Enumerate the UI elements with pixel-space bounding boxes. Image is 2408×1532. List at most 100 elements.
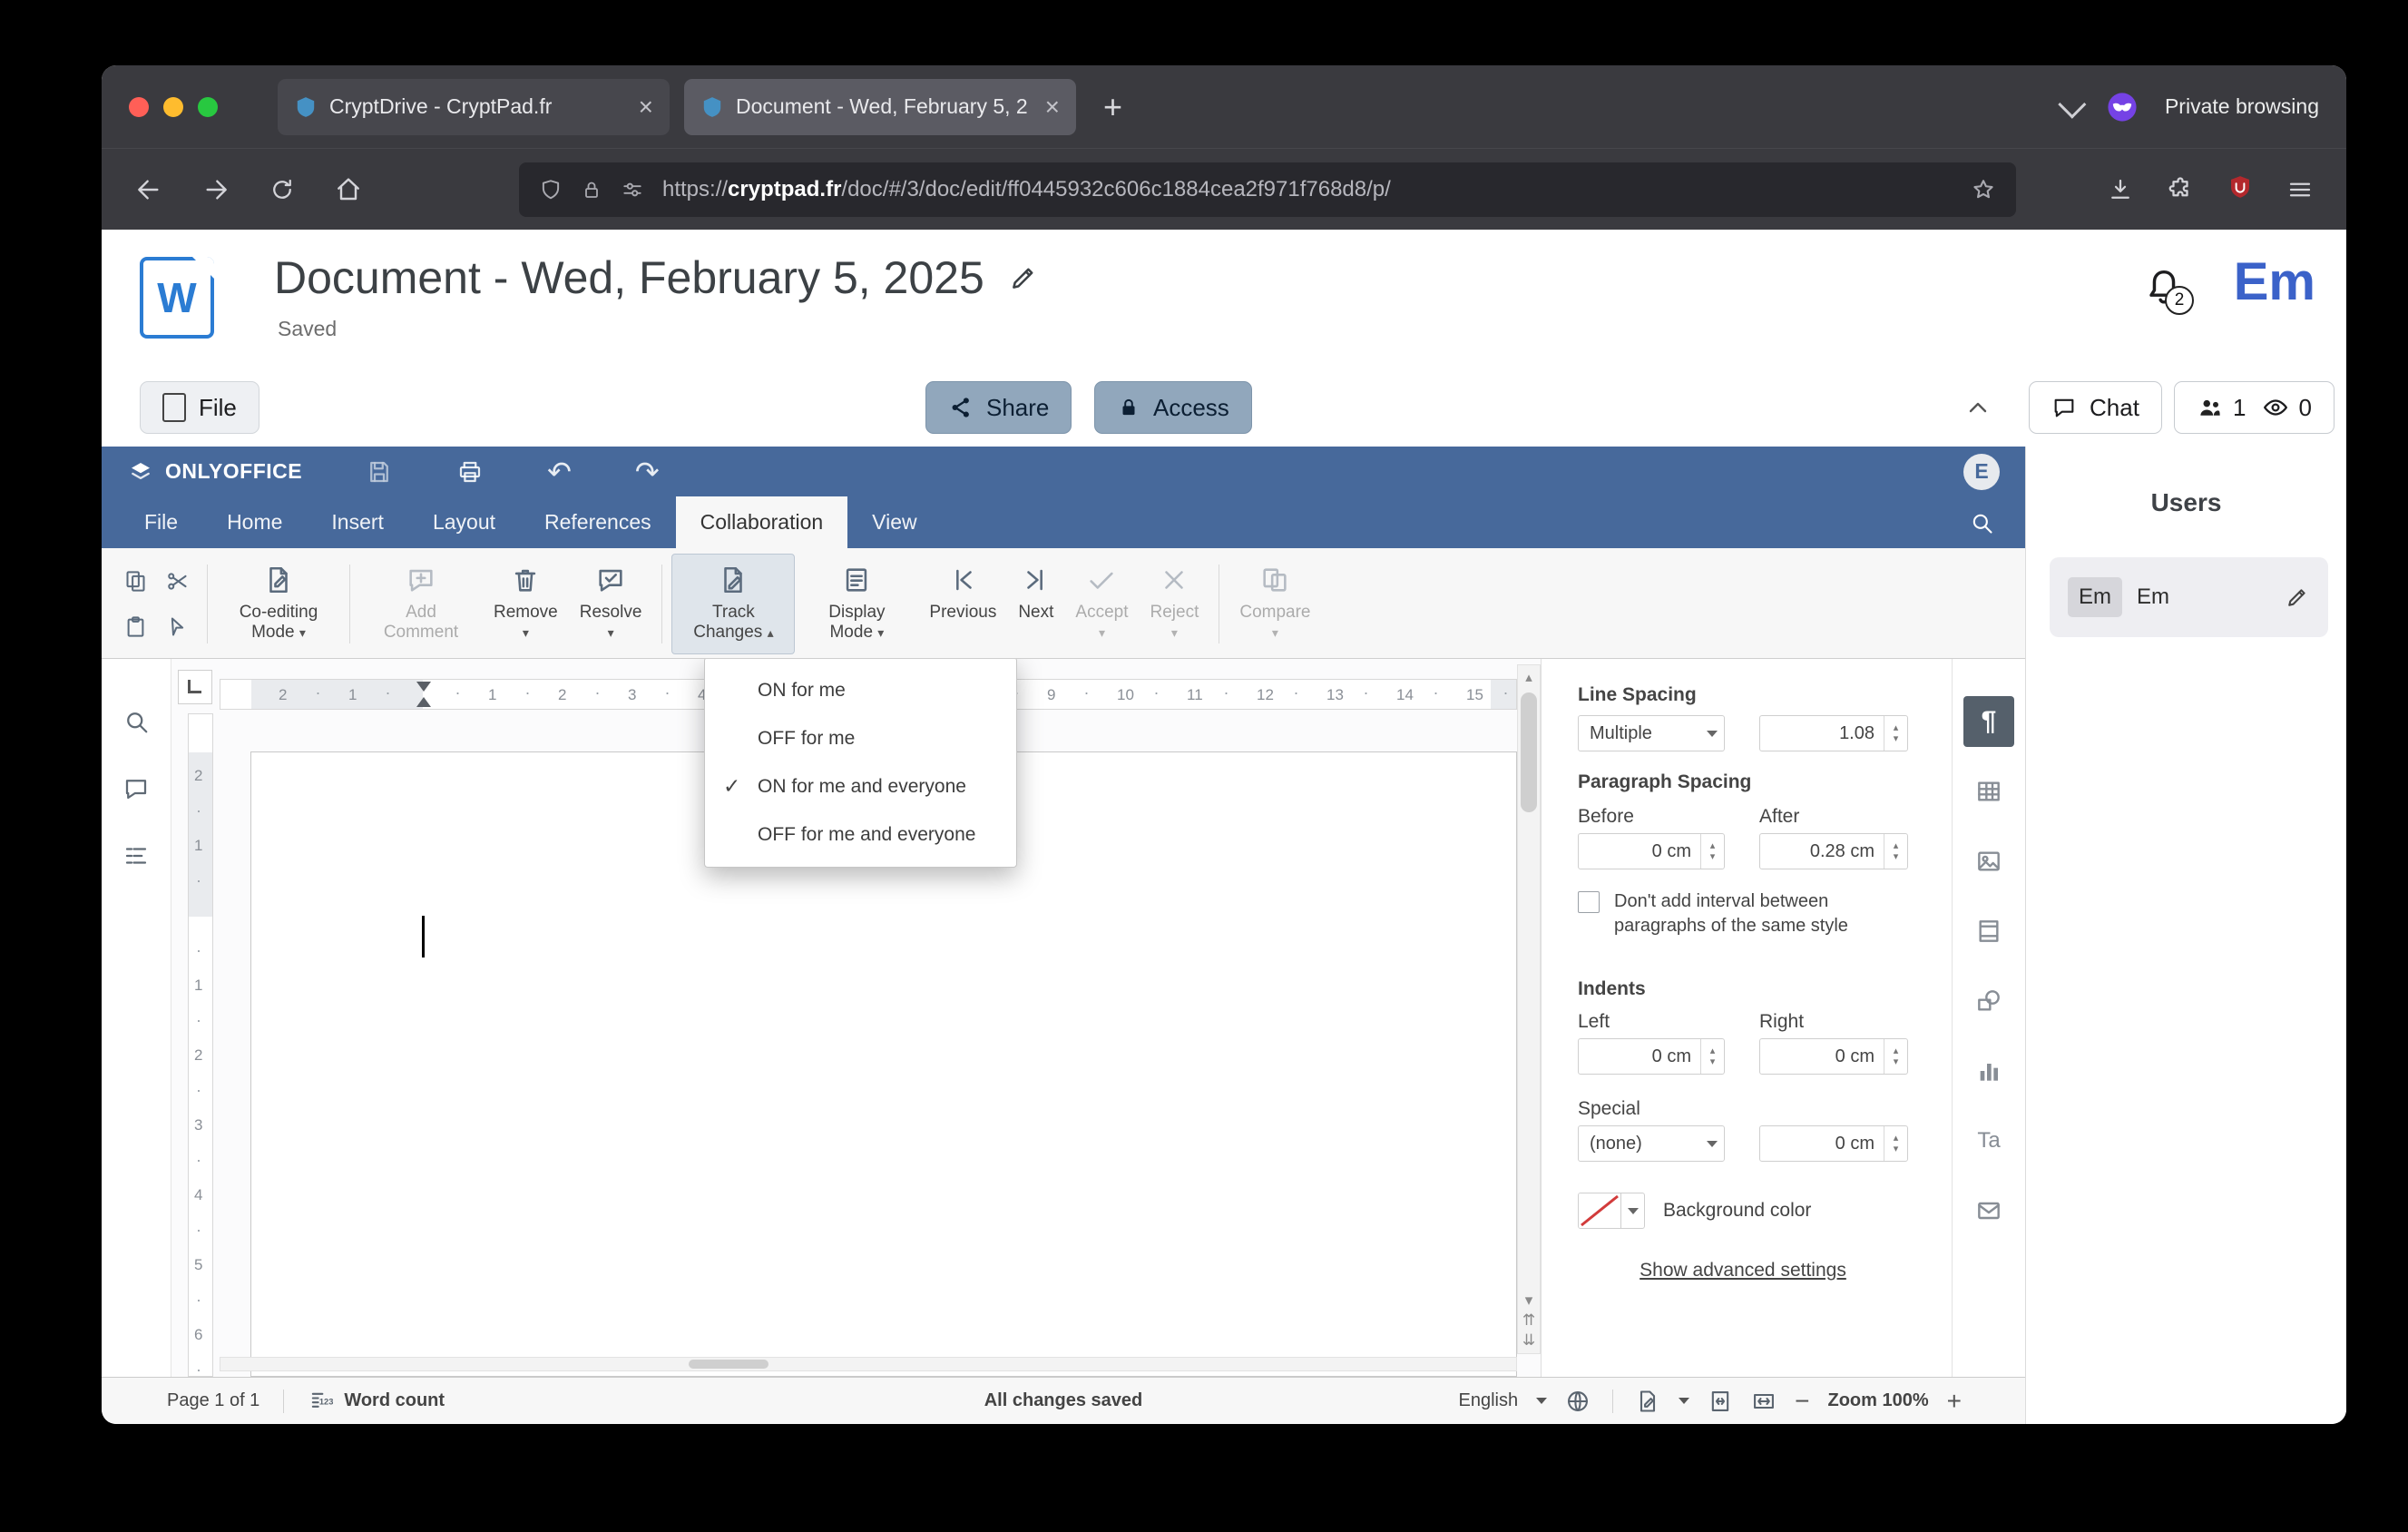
spinner-arrows[interactable]: ▴ ▾ (1700, 1039, 1724, 1074)
redo-icon[interactable]: ↷ (635, 457, 660, 486)
scroll-down-arrow-icon[interactable]: ▾ (1525, 1291, 1533, 1310)
tab-cryptdrive[interactable]: CryptDrive - CryptPad.fr × (278, 78, 670, 135)
extensions-puzzle-icon[interactable] (2167, 176, 2194, 203)
special-value-input[interactable]: 0 cm ▴ ▾ (1759, 1125, 1908, 1162)
no-interval-checkbox[interactable] (1578, 891, 1600, 913)
chart-settings-icon[interactable] (1963, 1046, 2014, 1096)
user-count-button[interactable]: 1 0 (2174, 381, 2335, 434)
copy-icon[interactable] (123, 569, 148, 594)
next-page-icon[interactable]: ⇊ (1522, 1331, 1535, 1350)
spinner-arrows[interactable]: ▴ ▾ (1884, 834, 1907, 869)
indent-left-input[interactable]: 0 cm ▴ ▾ (1578, 1038, 1725, 1075)
tracking-protection-shield-icon[interactable] (539, 178, 563, 201)
new-tab-button[interactable]: + (1103, 90, 1122, 123)
save-icon[interactable] (366, 458, 393, 486)
display-mode-button[interactable]: Display Mode ▾ (795, 554, 918, 654)
spacing-before-input[interactable]: 0 cm ▴ ▾ (1578, 833, 1725, 869)
reject-change-button[interactable]: Reject ▾ (1140, 554, 1210, 654)
line-spacing-value-input[interactable]: 1.08 ▴ ▾ (1759, 715, 1908, 751)
downloads-icon[interactable] (2107, 176, 2134, 203)
add-comment-button[interactable]: Add Comment (359, 554, 483, 654)
cut-icon[interactable] (165, 569, 190, 594)
chat-button[interactable]: Chat (2029, 381, 2162, 434)
compare-button[interactable]: Compare ▾ (1228, 554, 1321, 654)
undo-icon[interactable]: ↶ (547, 457, 572, 486)
image-settings-icon[interactable] (1963, 836, 2014, 887)
minimize-window-button[interactable] (163, 96, 183, 117)
menu-item-off-for-me[interactable]: OFF for me (705, 714, 1016, 762)
remove-comment-button[interactable]: Remove ▾ (483, 554, 569, 654)
zoom-in-button[interactable]: + (1947, 1388, 1962, 1414)
fit-width-icon[interactable] (1751, 1389, 1777, 1414)
bookmark-star-icon[interactable] (1971, 177, 1996, 202)
spinner-arrows[interactable]: ▴ ▾ (1700, 834, 1724, 869)
url-bar[interactable]: https://cryptpad.fr/doc/#/3/doc/edit/ff0… (519, 162, 2016, 217)
tab-stop-selector[interactable] (178, 670, 212, 704)
tab-references[interactable]: References (520, 496, 676, 548)
share-button[interactable]: Share (925, 381, 1072, 434)
word-count-label[interactable]: Word count (344, 1390, 445, 1411)
previous-change-button[interactable]: Previous (918, 554, 1007, 654)
line-spacing-select[interactable]: Multiple (1578, 715, 1725, 751)
zoom-level[interactable]: Zoom 100% (1827, 1390, 1928, 1411)
search-icon[interactable] (1969, 496, 1994, 548)
paste-icon[interactable] (123, 614, 148, 639)
mail-merge-icon[interactable] (1963, 1185, 2014, 1236)
edit-title-pencil-icon[interactable] (1008, 262, 1039, 293)
shape-settings-icon[interactable] (1963, 976, 2014, 1026)
tab-file[interactable]: File (120, 496, 202, 548)
language-select[interactable]: English (1459, 1390, 1519, 1411)
list-tabs-chevron-icon[interactable] (2058, 90, 2087, 119)
scroll-up-arrow-icon[interactable]: ▴ (1525, 669, 1532, 685)
print-icon[interactable] (456, 458, 484, 486)
first-line-indent-marker[interactable] (416, 682, 431, 692)
lock-icon[interactable] (581, 179, 602, 201)
tab-home[interactable]: Home (202, 496, 307, 548)
scrollbar-thumb[interactable] (1521, 692, 1537, 812)
zoom-out-button[interactable]: − (1795, 1388, 1809, 1414)
fit-page-icon[interactable] (1708, 1389, 1733, 1414)
left-indent-marker[interactable] (416, 697, 431, 707)
maximize-window-button[interactable] (198, 96, 218, 117)
find-icon[interactable] (122, 708, 150, 735)
header-footer-settings-icon[interactable] (1963, 906, 2014, 957)
spinner-arrows[interactable]: ▴ ▾ (1884, 1126, 1907, 1161)
close-window-button[interactable] (129, 96, 149, 117)
home-icon[interactable] (334, 175, 363, 204)
tab-close-icon[interactable]: × (639, 93, 653, 120)
menu-item-off-for-everyone[interactable]: OFF for me and everyone (705, 810, 1016, 859)
accept-change-button[interactable]: Accept ▾ (1064, 554, 1139, 654)
spacing-after-input[interactable]: 0.28 cm ▴ ▾ (1759, 833, 1908, 869)
spinner-arrows[interactable]: ▴ ▾ (1884, 716, 1907, 751)
spinner-arrows[interactable]: ▴ ▾ (1884, 1039, 1907, 1074)
page-indicator[interactable]: Page 1 of 1 (167, 1390, 259, 1411)
special-select[interactable]: (none) (1578, 1125, 1725, 1162)
tab-view[interactable]: View (847, 496, 941, 548)
tab-insert[interactable]: Insert (307, 496, 408, 548)
notifications-bell-icon[interactable]: 2 (2143, 266, 2194, 315)
track-changes-status-icon[interactable] (1635, 1389, 1660, 1414)
collaborator-avatar[interactable]: E (1963, 453, 2000, 490)
horizontal-scrollbar[interactable] (220, 1357, 1517, 1371)
edit-name-pencil-icon[interactable] (2285, 584, 2310, 610)
background-color-picker[interactable] (1578, 1193, 1645, 1229)
menu-hamburger-icon[interactable] (2286, 176, 2314, 203)
table-settings-icon[interactable] (1963, 766, 2014, 817)
resolve-comment-button[interactable]: Resolve ▾ (569, 554, 653, 654)
indent-right-input[interactable]: 0 cm ▴ ▾ (1759, 1038, 1908, 1075)
user-avatar[interactable]: Em (2234, 251, 2315, 312)
scrollbar-thumb[interactable] (689, 1360, 768, 1369)
ublock-origin-icon[interactable] (2227, 173, 2254, 205)
vertical-scrollbar[interactable]: ▴ ▾ ⇈ ⇊ (1517, 664, 1541, 1354)
select-all-icon[interactable] (165, 614, 190, 639)
collapse-toolbar-button[interactable] (1954, 381, 2002, 434)
navigation-panel-icon[interactable] (122, 842, 150, 869)
menu-item-on-for-everyone[interactable]: ✓ ON for me and everyone (705, 762, 1016, 810)
paragraph-settings-icon[interactable]: ¶ (1963, 696, 2014, 747)
word-count-icon[interactable]: 123 (308, 1389, 333, 1414)
next-change-button[interactable]: Next (1007, 554, 1064, 654)
file-button[interactable]: File (140, 381, 259, 434)
menu-item-on-for-me[interactable]: ON for me (705, 666, 1016, 714)
vertical-ruler[interactable]: 2 1 1 2 3 4 5 6 · · · · · · · · · (188, 713, 213, 1377)
tab-collaboration[interactable]: Collaboration (675, 496, 848, 548)
